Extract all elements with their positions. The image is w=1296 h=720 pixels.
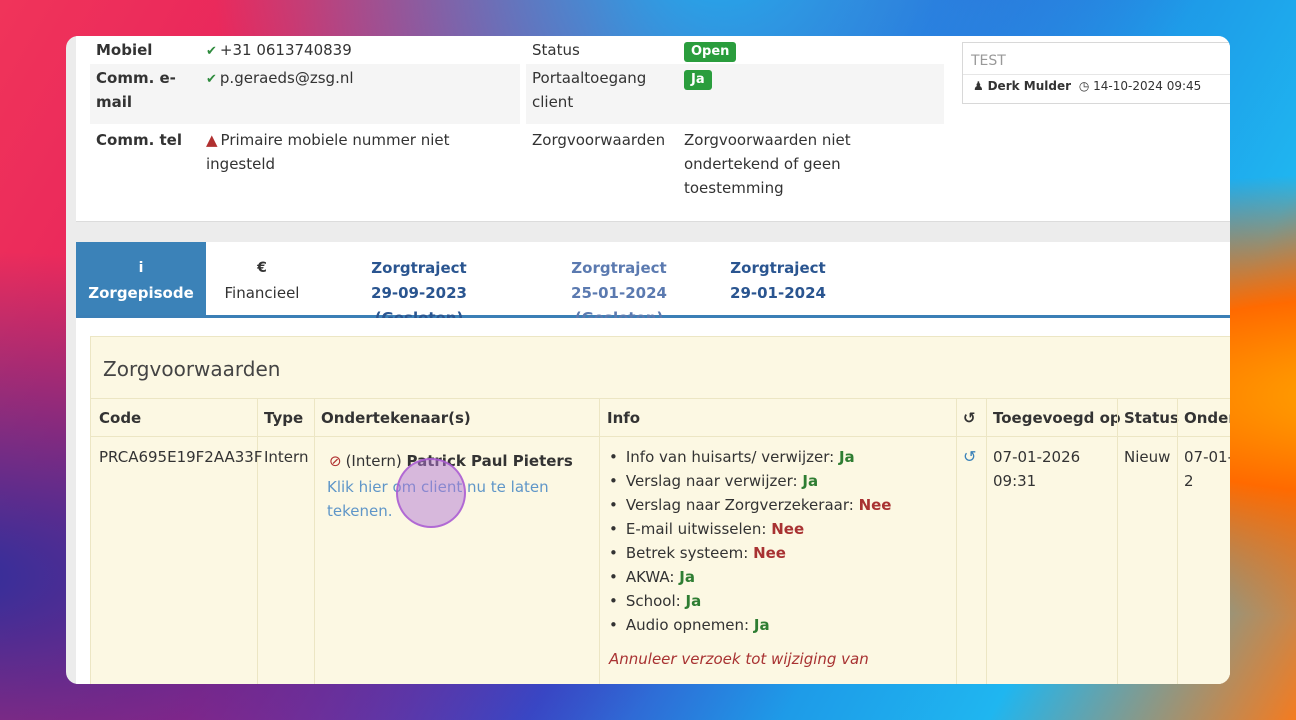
- status-label: Zorgvoorwaarden: [532, 131, 666, 149]
- added-time: 09:31: [993, 472, 1037, 490]
- row-code: PRCA695E19F2AA33F: [99, 448, 263, 466]
- status-label: Portaaltoegang client: [532, 69, 647, 111]
- tab-zorgtraject-2023[interactable]: Zorgtraject 29-09-2023 (Gesloten): [326, 242, 512, 327]
- row-signed: 07-01-2: [1184, 448, 1230, 490]
- contact-label: Comm. tel: [96, 131, 182, 149]
- note-datetime: 14-10-2024 09:45: [1093, 79, 1202, 93]
- tab-zorgepisode[interactable]: i Zorgepisode: [76, 242, 206, 315]
- status-details: Status Open Portaaltoegang client Ja Zor…: [526, 36, 944, 197]
- list-item: Verslag naar verwijzer: Ja: [609, 469, 949, 493]
- tab-label: Zorgepisode: [88, 284, 194, 302]
- info-list: Info van huisarts/ verwijzer: Ja Verslag…: [609, 445, 949, 637]
- list-item: Betrek systeem: Nee: [609, 541, 949, 565]
- tab-label: Zorgtraject: [730, 259, 826, 277]
- row-info: Info van huisarts/ verwijzer: Ja Verslag…: [609, 445, 949, 671]
- column-divider: [956, 399, 957, 684]
- table-header: Code Type Ondertekenaar(s) Info ↺ Toegev…: [91, 399, 1230, 437]
- contact-value: Primaire mobiele nummer niet ingesteld: [206, 131, 450, 173]
- status-badge: Open: [684, 42, 737, 62]
- note-title: TEST: [963, 43, 1230, 75]
- care-conditions-row: Zorgvoorwaarden Zorgvoorwaarden niet ond…: [526, 124, 944, 197]
- tab-zorgtraject-2024[interactable]: Zorgtraject 29-01-2024: [728, 242, 828, 315]
- status-row: Status Open: [526, 36, 944, 64]
- clock-icon: ◷: [1078, 79, 1090, 93]
- column-header-type: Type: [264, 409, 304, 427]
- column-header-signers: Ondertekenaar(s): [321, 409, 471, 427]
- column-header-added: Toegevoegd op: [993, 409, 1121, 427]
- portal-access-badge: Ja: [684, 70, 712, 90]
- column-header-info: Info: [607, 409, 641, 427]
- warning-icon: ▲: [206, 131, 218, 149]
- list-item: Verslag naar Zorgverzekeraar: Nee: [609, 493, 949, 517]
- row-type: Intern: [264, 448, 309, 466]
- history-icon[interactable]: ↺: [963, 445, 976, 469]
- check-circle-icon: ✔: [206, 44, 217, 59]
- column-divider: [257, 399, 258, 684]
- user-icon: ♟: [973, 79, 984, 93]
- tab-label: Financieel: [224, 284, 300, 302]
- tab-sublabel: 29-01-2024: [730, 284, 826, 302]
- column-header-code: Code: [99, 409, 142, 427]
- note-card[interactable]: TEST ♟ Derk Mulder ◷ 14-10-2024 09:45: [962, 42, 1230, 104]
- signer-prefix: (Intern): [345, 452, 402, 470]
- zorgvoorwaarden-panel: Zorgvoorwaarden Code Type Ondertekenaar(…: [90, 336, 1230, 684]
- contact-row-phone: Comm. tel ▲ Primaire mobiele nummer niet …: [90, 124, 520, 184]
- tab-financieel[interactable]: € Financieel: [206, 242, 318, 315]
- list-item: Info van huisarts/ verwijzer: Ja: [609, 445, 949, 469]
- cancel-change-request-link[interactable]: Annuleer verzoek tot wijziging van: [609, 647, 949, 671]
- row-signers: ⊘ (Intern) Patrick Paul Pieters: [329, 449, 589, 473]
- cursor-highlight: [396, 458, 466, 528]
- column-divider: [1177, 399, 1178, 684]
- column-divider: [314, 399, 315, 684]
- column-header-signed: Onder: [1184, 409, 1230, 427]
- list-item: E-mail uitwisselen: Nee: [609, 517, 949, 541]
- contact-details: Mobiel ✔ +31 0613740839 Comm. e-mail ✔ p.g…: [90, 36, 520, 184]
- added-date: 07-01-2026: [993, 448, 1081, 466]
- client-info-panel: Mobiel ✔ +31 0613740839 Comm. e-mail ✔ p.g…: [76, 36, 1230, 222]
- contact-label: Mobiel: [96, 41, 153, 59]
- ban-icon: ⊘: [329, 452, 342, 470]
- tab-label: Zorgtraject: [371, 259, 467, 277]
- contact-label: Comm. e-mail: [96, 69, 176, 111]
- care-conditions-value: Zorgvoorwaarden niet ondertekend of geen…: [684, 131, 851, 197]
- tab-content: Zorgvoorwaarden Code Type Ondertekenaar(…: [76, 318, 1230, 684]
- column-divider: [599, 399, 600, 684]
- column-divider: [986, 399, 987, 684]
- list-item: Audio opnemen: Ja: [609, 613, 949, 637]
- column-header-status: Status: [1124, 409, 1179, 427]
- check-circle-icon: ✔: [206, 72, 217, 87]
- panel-title: Zorgvoorwaarden: [91, 337, 1230, 399]
- history-icon[interactable]: ↺: [963, 409, 976, 427]
- app-window: Mobiel ✔ +31 0613740839 Comm. e-mail ✔ p.g…: [66, 36, 1230, 684]
- info-icon: i: [138, 260, 144, 276]
- contact-row-email: Comm. e-mail ✔ p.geraeds@zsg.nl: [90, 64, 520, 124]
- euro-icon: €: [257, 260, 267, 276]
- list-item: AKWA: Ja: [609, 565, 949, 589]
- row-added: 07-01-2026 09:31: [993, 445, 1080, 493]
- status-label: Status: [532, 41, 580, 59]
- column-divider: [1117, 399, 1118, 684]
- note-author: Derk Mulder: [987, 79, 1072, 93]
- contact-row-mobile: Mobiel ✔ +31 0613740839: [90, 36, 520, 64]
- tab-zorgtraject-2024-closed[interactable]: Zorgtraject 25-01-2024 (Gesloten): [526, 242, 712, 327]
- tab-bar: i Zorgepisode € Financieel Zorgtraject 2…: [76, 242, 1230, 327]
- contact-value: +31 0613740839: [219, 41, 352, 59]
- list-item: School: Ja: [609, 589, 949, 613]
- row-status: Nieuw: [1124, 448, 1171, 466]
- portal-access-row: Portaaltoegang client Ja: [526, 64, 944, 124]
- contact-value: p.geraeds@zsg.nl: [219, 69, 354, 87]
- tab-label: Zorgtraject: [571, 259, 667, 277]
